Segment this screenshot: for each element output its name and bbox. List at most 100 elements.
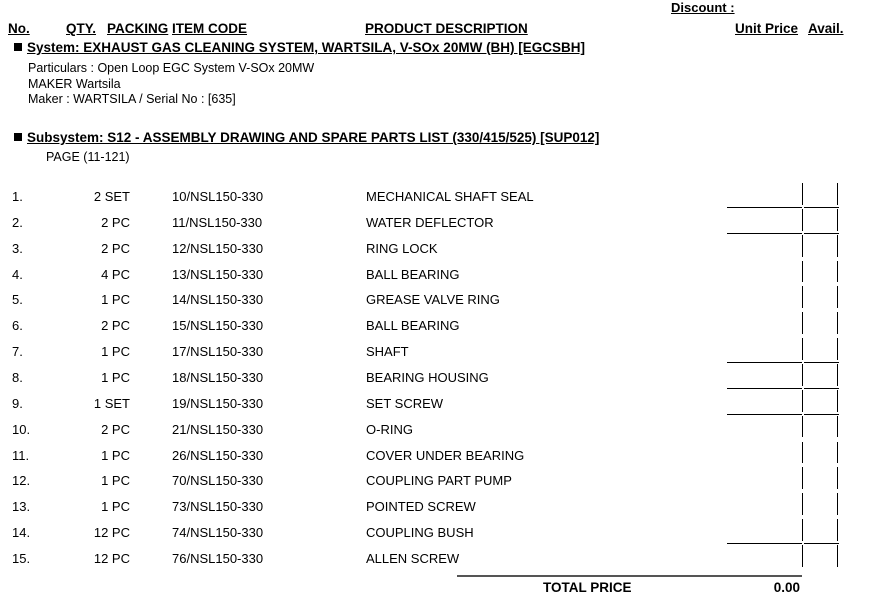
- avail-cell-rule: [804, 542, 839, 544]
- unit-price-cell-divider: [802, 286, 803, 309]
- column-header-product-description: PRODUCT DESCRIPTION: [365, 21, 528, 36]
- subsystem-page-range: PAGE (11-121): [46, 150, 130, 164]
- avail-cell-divider: [837, 467, 838, 490]
- avail-cell-rule: [804, 387, 839, 389]
- item-row-description: RING LOCK: [366, 240, 438, 256]
- item-row-description: BALL BEARING: [366, 266, 460, 282]
- unit-price-cell-rule: [727, 413, 802, 415]
- item-row-item-code: 17/NSL150-330: [172, 344, 264, 360]
- column-header-avail: Avail.: [808, 21, 844, 36]
- unit-price-cell-divider: [802, 312, 803, 335]
- avail-cell-divider: [837, 338, 838, 360]
- item-row-qty-packing: 1 PC: [101, 292, 130, 308]
- item-row-qty-packing: 1 SET: [93, 395, 130, 411]
- unit-price-cell-divider: [802, 338, 803, 360]
- column-header-qty: QTY.: [66, 21, 97, 36]
- column-header-unit-price: Unit Price: [735, 21, 799, 36]
- unit-price-cell-rule: [727, 206, 802, 208]
- item-row-item-code: 14/NSL150-330: [172, 292, 264, 308]
- item-row-description: COUPLING BUSH: [366, 525, 474, 541]
- unit-price-cell-divider: [802, 183, 803, 205]
- item-row-item-code: 70/NSL150-330: [172, 473, 264, 489]
- avail-cell-divider: [837, 389, 838, 412]
- item-row-number: 14.: [12, 525, 31, 541]
- item-row-qty-packing: 2 PC: [101, 240, 130, 256]
- system-particulars: Particulars : Open Loop EGC System V-SOx…: [28, 61, 315, 75]
- item-row-description: O-RING: [366, 421, 413, 437]
- square-bullet-icon: [14, 133, 22, 141]
- item-row-number: 8.: [12, 369, 23, 385]
- item-row-qty-packing: 2 SET: [93, 189, 130, 204]
- item-row-item-code: 11/NSL150-330: [172, 214, 263, 230]
- item-row-number: 7.: [12, 344, 23, 360]
- total-divider: [457, 575, 802, 577]
- unit-price-cell-divider: [802, 208, 803, 231]
- item-row-number: 11.: [12, 447, 30, 463]
- item-row-item-code: 74/NSL150-330: [172, 525, 264, 541]
- avail-cell-rule: [804, 232, 839, 234]
- avail-cell-divider: [837, 441, 838, 464]
- item-row-number: 12.: [12, 473, 31, 489]
- unit-price-cell-divider: [802, 389, 803, 412]
- item-row-qty-packing: 1 PC: [101, 499, 130, 515]
- unit-price-cell-divider: [802, 467, 803, 490]
- item-row-item-code: 13/NSL150-330: [172, 266, 264, 282]
- item-row-description: BEARING HOUSING: [366, 369, 489, 385]
- item-row-number: 9.: [12, 395, 23, 411]
- item-row-description: COVER UNDER BEARING: [366, 447, 525, 463]
- item-row-description: BALL BEARING: [366, 318, 460, 334]
- item-row-description: POINTED SCREW: [366, 499, 476, 515]
- unit-price-cell-divider: [802, 544, 803, 567]
- column-header-item-code: ITEM CODE: [172, 21, 248, 36]
- item-row-number: 13.: [12, 499, 31, 515]
- item-row-description: ALLEN SCREW: [366, 550, 460, 566]
- item-row-item-code: 21/NSL150-330: [172, 421, 264, 437]
- item-row-number: 3.: [12, 240, 23, 256]
- unit-price-cell-divider: [802, 519, 803, 541]
- item-row-qty-packing: 1 PC: [101, 447, 130, 463]
- item-row-item-code: 10/NSL150-330: [172, 189, 264, 204]
- item-row-number: 4.: [12, 266, 23, 282]
- item-row-number: 15.: [12, 550, 31, 566]
- unit-price-cell-divider: [802, 363, 803, 386]
- avail-cell-rule: [804, 361, 839, 363]
- avail-cell-divider: [837, 415, 838, 438]
- item-row-number: 1.: [12, 189, 23, 204]
- system-maker: MAKER Wartsila: [28, 77, 121, 91]
- avail-cell-divider: [837, 544, 838, 567]
- system-heading: System: EXHAUST GAS CLEANING SYSTEM, WAR…: [14, 40, 585, 55]
- unit-price-cell-divider: [802, 441, 803, 464]
- item-row-number: 5.: [12, 292, 23, 308]
- item-row-description: GREASE VALVE RING: [366, 292, 500, 308]
- avail-cell-divider: [837, 312, 838, 335]
- total-price-label: TOTAL PRICE: [543, 580, 632, 595]
- avail-cell-rule: [804, 413, 839, 415]
- item-row-description: COUPLING PART PUMP: [366, 473, 512, 489]
- item-row-item-code: 19/NSL150-330: [172, 395, 264, 411]
- item-row-number: 10.: [12, 421, 31, 437]
- avail-cell-rule: [804, 206, 839, 208]
- avail-cell-divider: [837, 519, 838, 541]
- item-row-item-code: 15/NSL150-330: [172, 318, 264, 334]
- unit-price-cell-rule: [727, 387, 802, 389]
- item-row-item-code: 26/NSL150-330: [172, 447, 264, 463]
- avail-cell-divider: [837, 286, 838, 309]
- avail-cell-divider: [837, 363, 838, 386]
- discount-label: Discount :: [671, 0, 735, 15]
- item-row-qty-packing: 2 PC: [101, 214, 130, 230]
- column-header-packing: PACKING: [107, 21, 169, 36]
- system-maker-serial: Maker : WARTSILA / Serial No : [635]: [28, 92, 236, 106]
- subsystem-heading: Subsystem: S12 - ASSEMBLY DRAWING AND SP…: [14, 130, 599, 145]
- unit-price-cell-divider: [802, 234, 803, 257]
- item-row-item-code: 76/NSL150-330: [172, 550, 264, 566]
- unit-price-cell-divider: [802, 415, 803, 438]
- item-row-qty-packing: 2 PC: [101, 421, 130, 437]
- item-row-number: 6.: [12, 318, 23, 334]
- unit-price-cell-rule: [727, 232, 802, 234]
- item-row-description: SET SCREW: [366, 395, 444, 411]
- item-row-qty-packing: 1 PC: [101, 369, 130, 385]
- item-row-item-code: 18/NSL150-330: [172, 369, 264, 385]
- item-row-description: MECHANICAL SHAFT SEAL: [366, 189, 534, 204]
- square-bullet-icon: [14, 43, 22, 51]
- item-row-item-code: 12/NSL150-330: [172, 240, 264, 256]
